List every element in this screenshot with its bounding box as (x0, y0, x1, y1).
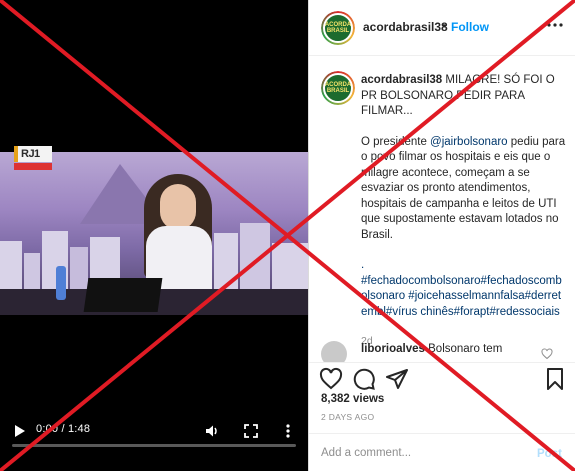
volume-icon[interactable] (204, 423, 220, 439)
water-bottle (56, 266, 66, 300)
caption-username[interactable]: acordabrasil38 (361, 74, 442, 86)
caption-body-end: pediu para o povo filmar os hospitais e … (361, 135, 566, 241)
post-comment-button[interactable]: Post (537, 448, 562, 460)
fullscreen-icon[interactable] (243, 423, 259, 439)
channel-badge-bar (14, 163, 52, 170)
video-player[interactable]: RJ1 0:00 / 1:48 (0, 0, 308, 471)
commenter-username[interactable]: liborioalves (361, 343, 425, 355)
comment-body: Bolsonaro tem (428, 343, 503, 355)
comment-icon[interactable] (352, 367, 376, 391)
view-count[interactable]: 8,382 views (321, 393, 384, 405)
heart-icon[interactable] (319, 367, 343, 391)
more-horizontal-icon[interactable] (545, 18, 565, 32)
comment-heart-icon[interactable] (541, 347, 553, 360)
caption-area: ACORDA BRASIL acordabrasil38 MILAGRE! SÓ … (309, 57, 575, 359)
hashtags[interactable]: #fechadocombolsonaro#fechadoscombolsonar… (361, 274, 567, 321)
mention-link[interactable]: @jairbolsonaro (430, 136, 508, 148)
caption: acordabrasil38 MILAGRE! SÓ FOI O PR BOLS… (361, 73, 567, 350)
video-controls: 0:00 / 1:48 (0, 411, 308, 471)
video-frame[interactable] (0, 152, 308, 315)
post-panel: ACORDA BRASIL acordabrasil38 • Follow ACO… (308, 0, 575, 471)
follow-button[interactable]: Follow (451, 20, 489, 34)
comment-text: liborioalves Bolsonaro tem (361, 343, 502, 355)
header-separator: • (442, 19, 447, 33)
caption-body: O presidente @jairbolsonaro pediu para o… (361, 135, 567, 244)
caption-body-start: O presidente (361, 135, 431, 148)
share-icon[interactable] (385, 367, 409, 391)
comment-row: liborioalves Bolsonaro tem (309, 337, 575, 367)
add-comment-bar: Post (309, 433, 575, 471)
header-username[interactable]: acordabrasil38 (363, 20, 448, 34)
time-display: 0:00 / 1:48 (36, 423, 91, 435)
action-bar (309, 362, 575, 394)
instagram-post-view: RJ1 0:00 / 1:48 ACORDA BRASIL acordabras… (0, 0, 575, 471)
caption-avatar[interactable]: ACORDA BRASIL (321, 71, 355, 105)
caption-dot: . (361, 259, 365, 271)
avatar[interactable]: ACORDA BRASIL (321, 11, 355, 45)
laptop (83, 278, 163, 312)
anchor-face (160, 184, 196, 230)
video-progress-bar[interactable] (12, 444, 296, 447)
post-header: ACORDA BRASIL acordabrasil38 • Follow (309, 0, 575, 56)
comment-input[interactable] (321, 442, 521, 464)
play-icon[interactable] (12, 424, 26, 438)
more-vertical-icon[interactable] (280, 423, 296, 439)
channel-badge: RJ1 (14, 146, 52, 162)
post-date: 2 DAYS AGO (321, 412, 375, 422)
caption-title-line: acordabrasil38 MILAGRE! SÓ FOI O PR BOLS… (361, 73, 567, 120)
bookmark-icon[interactable] (543, 367, 567, 391)
